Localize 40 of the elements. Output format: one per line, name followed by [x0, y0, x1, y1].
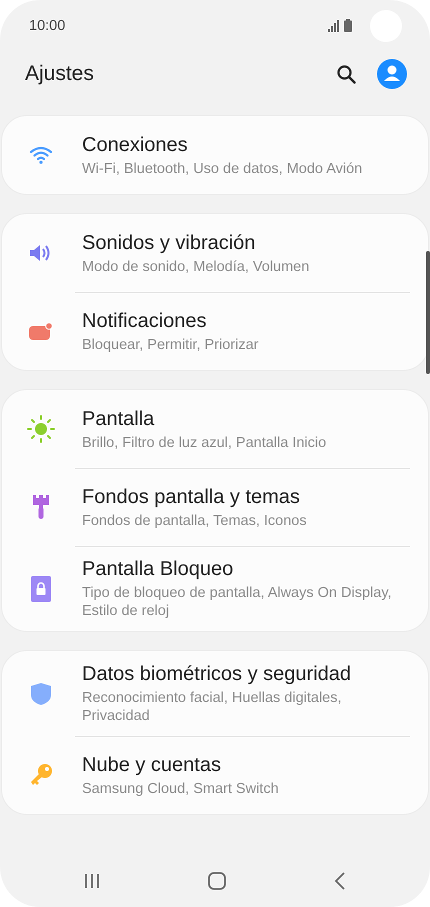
profile-icon[interactable] [377, 59, 407, 89]
search-icon[interactable] [336, 64, 356, 84]
item-subtitle: Samsung Cloud, Smart Switch [82, 780, 279, 798]
key-icon [29, 763, 53, 787]
page-title: Ajustes [25, 62, 94, 86]
signal-icon [328, 20, 340, 32]
item-title: Conexiones [82, 132, 189, 158]
item-subtitle: Fondos de pantalla, Temas, Iconos [82, 512, 307, 530]
item-subtitle: Wi-Fi, Bluetooth, Uso de datos, Modo Avión [82, 160, 362, 178]
settings-item[interactable]: Pantalla Brillo, Filtro de luz azul, Pantalla Inicio [2, 390, 428, 468]
settings-item[interactable]: Nube y cuentas Samsung Cloud, Smart Switch [2, 736, 428, 814]
settings-item[interactable]: Fondos pantalla y temas Fondos de pantalla, Temas, Iconos [2, 468, 428, 546]
item-subtitle: Brillo, Filtro de luz azul, Pantalla Inicio [82, 434, 326, 452]
recents-icon[interactable] [84, 872, 100, 888]
settings-item[interactable]: Pantalla Bloqueo Tipo de bloqueo de pantalla, Always On Display, Estilo de reloj [2, 546, 428, 631]
item-subtitle: Modo de sonido, Melodía, Volumen [82, 258, 310, 276]
settings-item[interactable]: Sonidos y vibración Modo de sonido, Melodía, Volumen [2, 214, 428, 292]
item-subtitle: Bloquear, Permitir, Priorizar [82, 336, 258, 354]
item-title: Fondos pantalla y temas [82, 484, 301, 510]
item-title: Nube y cuentas [82, 752, 222, 778]
battery-icon [344, 19, 352, 32]
item-title: Notificaciones [82, 308, 208, 334]
item-title: Pantalla Bloqueo [82, 557, 234, 582]
lock-icon [31, 576, 51, 602]
item-title: Pantalla [82, 406, 156, 432]
home-icon[interactable] [208, 872, 226, 890]
item-title: Datos biométricos y seguridad [82, 662, 352, 687]
item-subtitle: Tipo de bloqueo de pantalla, Always On Display, Estilo de reloj [82, 584, 393, 620]
settings-item[interactable]: Notificaciones Bloquear, Permitir, Priorizar [2, 292, 428, 370]
item-title: Sonidos y vibración [82, 230, 256, 256]
wifi-icon [29, 146, 53, 164]
settings-item[interactable]: Datos biométricos y seguridad Reconocimiento facial, Huellas digitales, Privacidad [2, 651, 428, 736]
notification-icon [29, 322, 53, 340]
settings-item[interactable]: Conexiones Wi-Fi, Bluetooth, Uso de datos, Modo Avión [2, 116, 428, 194]
status-time: 10:00 [29, 18, 66, 34]
brush-icon [32, 495, 50, 519]
back-icon[interactable] [334, 872, 346, 890]
shield-icon [31, 682, 51, 704]
brightness-icon [27, 415, 55, 443]
item-subtitle: Reconocimiento facial, Huellas digitales, Privacidad [82, 689, 343, 725]
